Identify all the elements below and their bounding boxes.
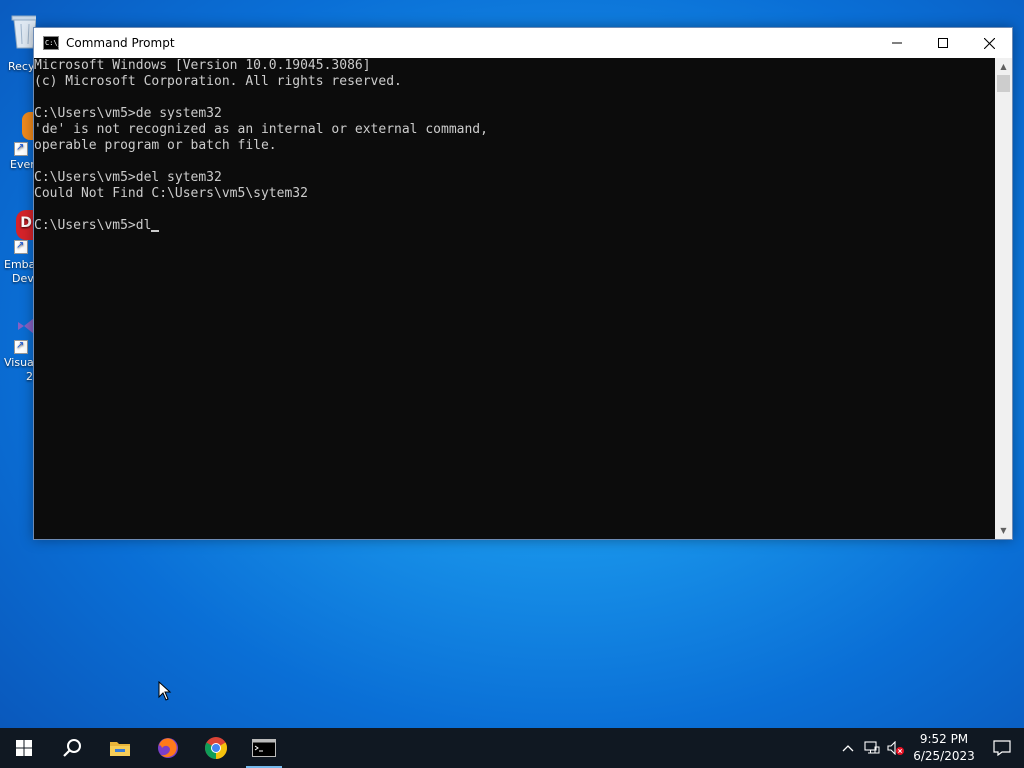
scroll-down-button[interactable]: ▼ [995,522,1012,539]
firefox-icon [158,738,178,758]
taskbar-chrome[interactable] [192,728,240,768]
console-line: operable program or batch file. [34,138,277,153]
command-prompt-icon [252,739,276,757]
console-prompt: C:\Users\vm5> [34,218,136,233]
console-line: C:\Users\vm5>del sytem32 [34,170,222,185]
action-center-button[interactable] [980,728,1024,768]
console-output[interactable]: Microsoft Windows [Version 10.0.19045.30… [34,58,995,539]
show-hidden-icons-button[interactable] [836,728,860,768]
start-button[interactable] [0,728,48,768]
title-bar[interactable]: C:\_ Command Prompt [34,28,1012,58]
desktop-icon-label: Dev [12,272,34,285]
taskbar: 9:52 PM 6/25/2023 [0,728,1024,768]
search-button[interactable] [48,728,96,768]
console-input-line[interactable]: C:\Users\vm5>dl [34,218,995,234]
scroll-up-button[interactable]: ▲ [995,58,1012,75]
console-input[interactable]: dl [136,218,152,233]
close-button[interactable] [966,28,1012,58]
maximize-button[interactable] [920,28,966,58]
clock-time: 9:52 PM [919,732,969,746]
console-line: 'de' is not recognized as an internal or… [34,122,488,137]
desktop-icon-label: Recy [8,60,35,73]
clock-date: 6/25/2023 [913,749,975,763]
vertical-scrollbar[interactable]: ▲ ▼ [995,58,1012,539]
console-line: Could Not Find C:\Users\vm5\sytem32 [34,186,308,201]
desktop-icon-label: Visua [4,356,34,369]
desktop-icon-label: 2 [26,370,33,383]
desktop-icon-label: Emba [4,258,36,271]
console-line: (c) Microsoft Corporation. All rights re… [34,74,402,89]
recycle-bin-icon [8,10,36,49]
command-prompt-app-icon[interactable]: C:\_ [43,36,62,50]
desktop-icon-label: Ever [10,158,35,171]
minimize-icon [892,42,902,44]
window-title: Command Prompt [66,36,175,50]
notification-icon [993,740,1011,756]
network-button[interactable] [860,728,884,768]
desktop-icon-recycle-bin[interactable]: Recy [0,8,36,96]
network-icon [864,741,880,754]
desktop-icon-embarcadero[interactable]: D Emba Dev [0,208,36,296]
search-icon [63,739,81,757]
shortcut-arrow-icon [14,239,28,254]
shortcut-arrow-icon [14,339,28,354]
shortcut-arrow-icon [14,141,28,156]
system-tray: 9:52 PM 6/25/2023 [836,728,1024,768]
clock[interactable]: 9:52 PM 6/25/2023 [908,731,980,765]
windows-logo-icon [16,740,32,756]
scroll-thumb[interactable] [997,75,1010,92]
chevron-down-icon: ▼ [1000,526,1007,535]
file-explorer-icon [110,742,130,756]
window-controls [874,28,1012,58]
chrome-icon [205,737,227,759]
desktop-icon-everything[interactable]: Ever [0,110,36,198]
chevron-up-icon: ▲ [1000,62,1007,71]
volume-button[interactable] [884,728,908,768]
taskbar-file-explorer[interactable] [96,728,144,768]
taskbar-firefox[interactable] [144,728,192,768]
volume-muted-icon [887,741,904,755]
minimize-button[interactable] [874,28,920,58]
console-line: C:\Users\vm5>de system32 [34,106,222,121]
text-cursor [151,230,160,232]
chevron-up-icon [842,745,854,752]
maximize-icon [938,38,948,48]
taskbar-command-prompt[interactable] [240,728,288,768]
command-prompt-window[interactable]: C:\_ Command Prompt Microsoft Windows [V… [33,27,1013,540]
desktop-icon-visual-studio[interactable]: Visua 2 [0,308,36,396]
mouse-pointer-icon [158,681,172,701]
close-icon [983,37,995,49]
console-line: Microsoft Windows [Version 10.0.19045.30… [34,58,371,73]
